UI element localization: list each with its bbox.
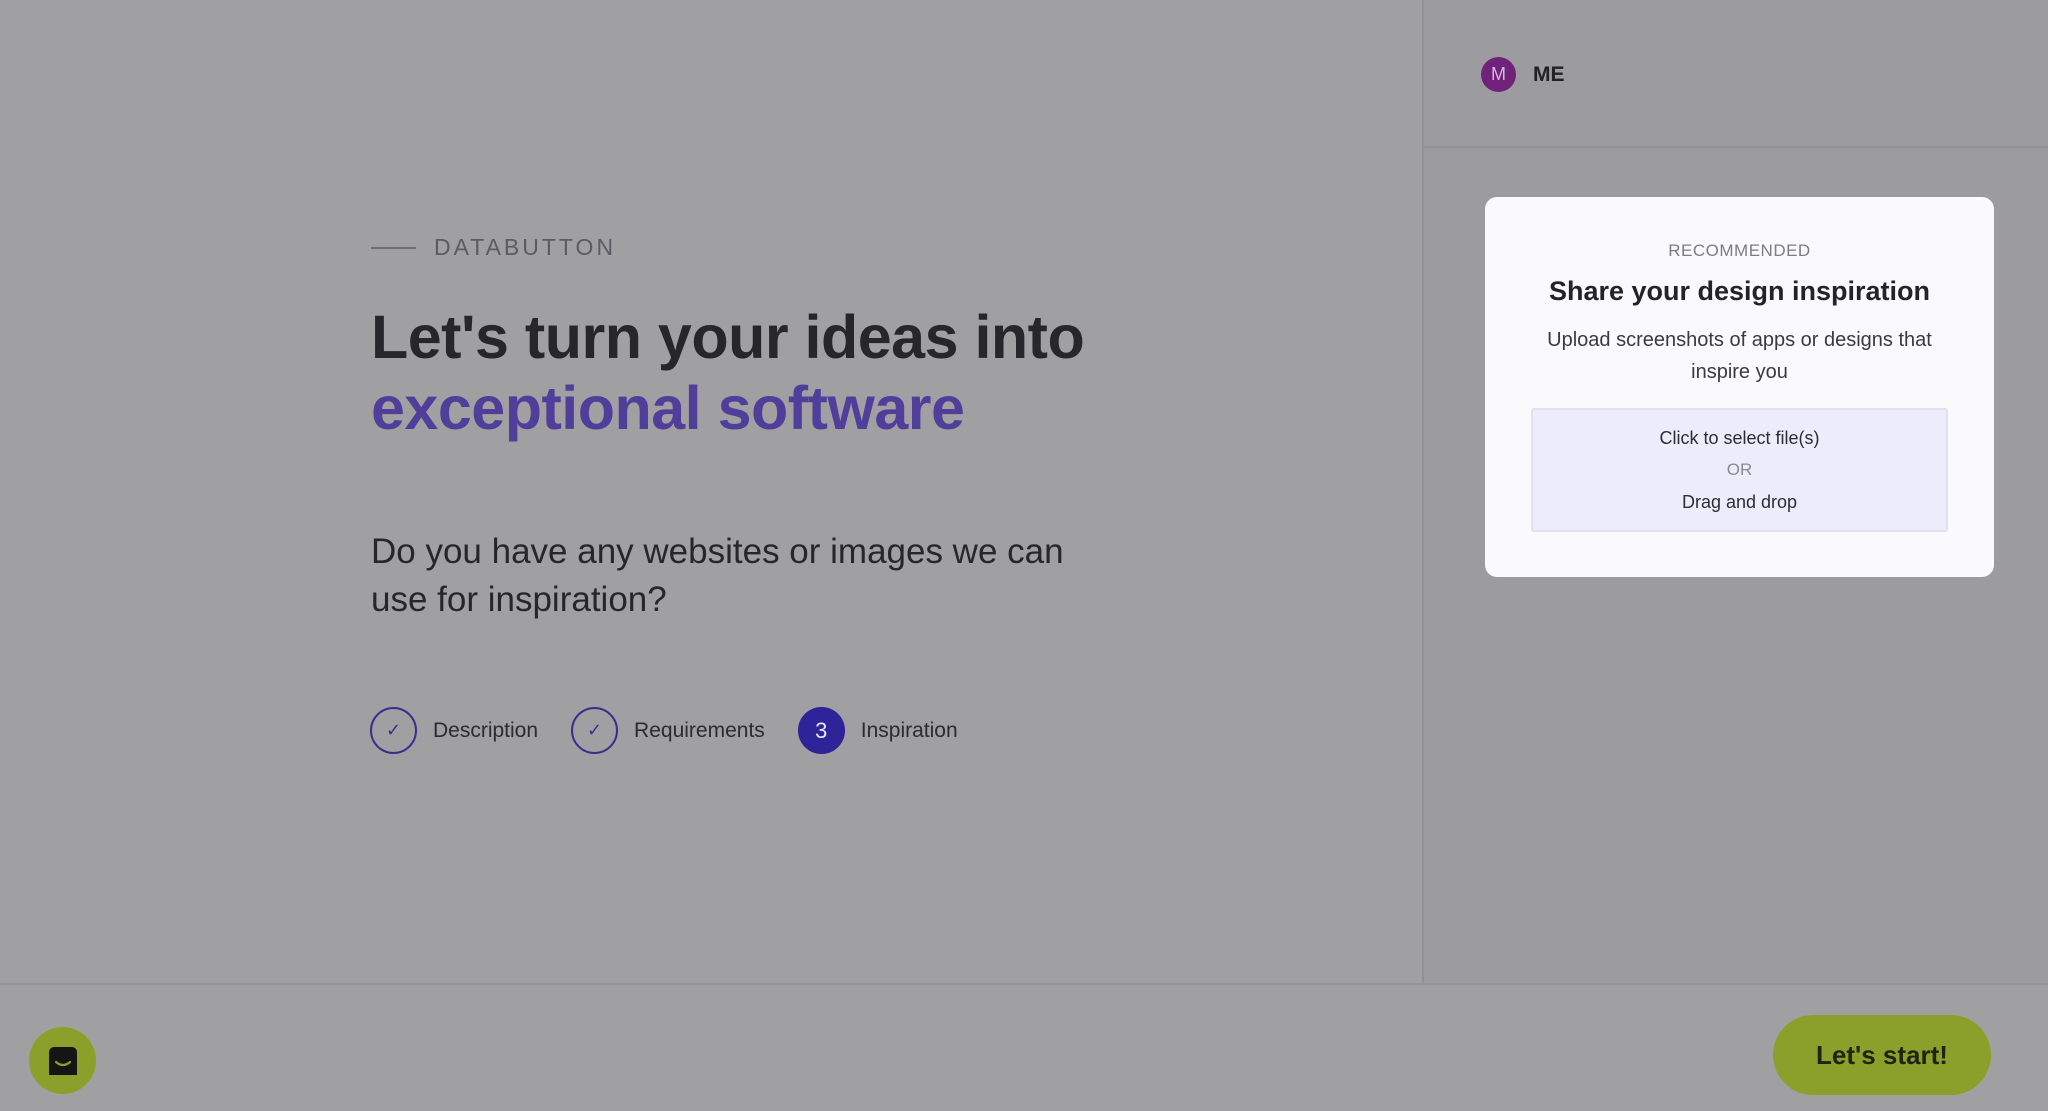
lets-start-button[interactable]: Let's start! [1773, 1015, 1991, 1095]
headline-line-1: Let's turn your ideas into [371, 303, 1085, 371]
user-name: ME [1533, 62, 1565, 86]
headline-line-2: exceptional software [371, 374, 965, 442]
footer-bar: Let's start! [0, 983, 2048, 1111]
card-kicker: RECOMMENDED [1668, 241, 1811, 260]
headline: Let's turn your ideas into exceptional s… [371, 302, 1091, 444]
brand-row: DATABUTTON [371, 234, 616, 261]
or-separator: OR [1726, 460, 1753, 479]
drag-drop-text: Drag and drop [1681, 492, 1798, 512]
step-inspiration[interactable]: 3 Inspiration [797, 707, 958, 754]
progress-steps: ✓ Description ✓ Requirements 3 Inspirati… [370, 707, 991, 754]
main-area: DATABUTTON Let's turn your ideas into ex… [0, 0, 1422, 983]
brand-divider [371, 246, 416, 249]
select-files-text: Click to select file(s) [1659, 428, 1820, 448]
card-title: Share your design inspiration [1548, 276, 1931, 306]
chat-icon [48, 1046, 77, 1075]
step-label: Description [433, 718, 539, 742]
step-number: 3 [797, 707, 845, 754]
brand-name: DATABUTTON [434, 234, 617, 260]
side-panel: M ME RECOMMENDED Share your design inspi… [1422, 0, 2048, 983]
app-root: DATABUTTON Let's turn your ideas into ex… [0, 0, 2048, 1111]
upload-card: RECOMMENDED Share your design inspiratio… [1485, 197, 1994, 577]
side-panel-header: M ME [1424, 0, 2048, 148]
file-dropzone[interactable]: Click to select file(s) OR Drag and drop [1531, 408, 1948, 532]
step-requirements[interactable]: ✓ Requirements [571, 707, 765, 754]
user-menu[interactable]: M ME [1481, 57, 1565, 92]
card-description: Upload screenshots of apps or designs th… [1547, 329, 1932, 383]
step-label: Requirements [634, 718, 765, 742]
check-icon: ✓ [370, 707, 417, 754]
step-label: Inspiration [860, 718, 958, 742]
inspiration-question: Do you have any websites or images we ca… [371, 532, 1064, 619]
step-description[interactable]: ✓ Description [370, 707, 538, 754]
avatar: M [1481, 57, 1516, 92]
check-icon: ✓ [571, 707, 619, 754]
chat-button[interactable] [29, 1027, 96, 1094]
